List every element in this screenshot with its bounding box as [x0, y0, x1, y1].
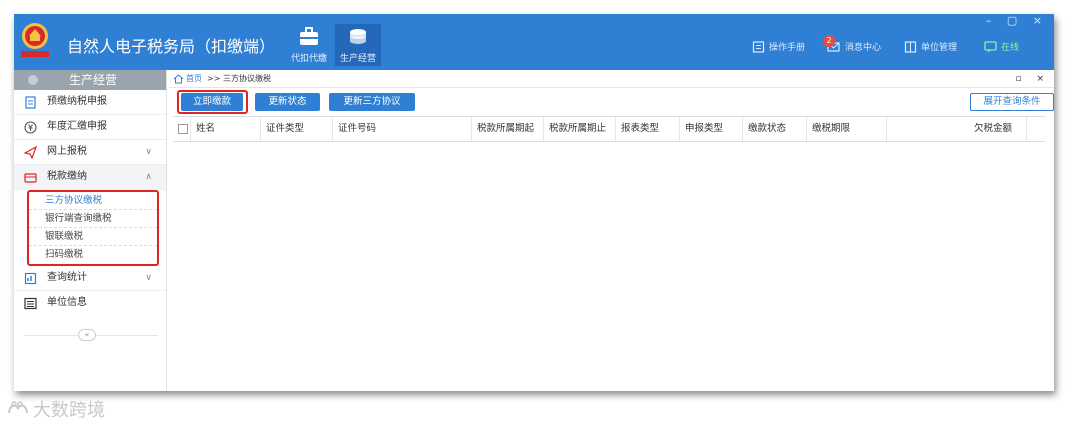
column-header[interactable]: 税款所属期止: [544, 117, 616, 141]
screenshot-stage: 自然人电子税务局（扣缴端） 代扣代缴 生产经营 操作手册 2 消息中心 单位管理…: [0, 0, 1080, 426]
sidebar-collapse-button[interactable]: «: [78, 329, 96, 341]
submenu-item-qr-payment[interactable]: 扫码缴税: [29, 246, 157, 264]
sidebar-item-label: 预缴纳税申报: [47, 96, 107, 107]
sidebar-header-label: 生产经营: [69, 73, 118, 87]
sidebar-header: 生产经营: [14, 70, 166, 90]
briefcase-icon: [300, 27, 318, 45]
column-header[interactable]: 缴税期限: [807, 117, 887, 141]
nav-production[interactable]: 生产经营: [335, 24, 381, 66]
window-controls[interactable]: – ▢ ×: [986, 14, 1048, 27]
tax-payment-submenu: 三方协议缴税 银行端查询缴税 银联缴税 扫码缴税: [27, 190, 159, 266]
title-bar: 自然人电子税务局（扣缴端） 代扣代缴 生产经营 操作手册 2 消息中心 单位管理…: [14, 14, 1054, 70]
payment-icon: [24, 173, 37, 183]
chevron-down-icon: ∨: [145, 273, 152, 283]
sidebar-item-label: 税款缴纳: [47, 171, 87, 182]
chevron-down-icon: ∨: [145, 147, 152, 157]
column-header[interactable]: 证件类型: [261, 117, 333, 141]
table-header: 姓名 证件类型 证件号码 税款所属期起 税款所属期止 报表类型 申报类型 缴款状…: [173, 116, 1045, 142]
sidebar: 生产经营 预缴纳税申报 年度汇缴申报 网上报税 ∨ 税款缴纳 ∧ 三方协议缴税 …: [14, 70, 167, 391]
message-count-badge: 2: [823, 34, 835, 47]
coins-icon: [350, 29, 366, 44]
building-icon: [904, 40, 917, 53]
column-header[interactable]: 报表类型: [616, 117, 680, 141]
sidebar-item-online-filing[interactable]: 网上报税 ∨: [14, 140, 166, 165]
nav-production-label: 生产经营: [339, 54, 376, 64]
list-icon: [24, 297, 37, 310]
update-status-button[interactable]: 更新状态: [255, 93, 320, 111]
sidebar-item-label: 查询统计: [47, 272, 87, 283]
column-header[interactable]: 缴款状态: [743, 117, 807, 141]
main-content: 首页 >> 三方协议缴税 ▫ × 立即缴款 更新状态 更新三方协议 展开查询条件…: [169, 70, 1054, 391]
pay-now-button[interactable]: 立即缴款: [181, 93, 243, 111]
unit-management-link[interactable]: 单位管理: [904, 40, 957, 53]
chart-icon: [24, 272, 37, 285]
watermark-logo-icon: [8, 401, 28, 414]
sidebar-item-query-stats[interactable]: 查询统计 ∨: [14, 266, 166, 291]
toolbar: 立即缴款 更新状态 更新三方协议 展开查询条件: [169, 88, 1054, 114]
column-header[interactable]: 欠税金额: [887, 117, 1027, 141]
sidebar-item-annual-settlement[interactable]: 年度汇缴申报: [14, 115, 166, 140]
expand-query-button[interactable]: 展开查询条件: [970, 93, 1054, 111]
yen-circle-icon: [24, 121, 37, 134]
nav-withholding[interactable]: 代扣代缴: [286, 24, 332, 66]
send-icon: [24, 146, 37, 159]
column-header[interactable]: 证件号码: [333, 117, 472, 141]
chat-icon: [984, 40, 997, 52]
online-status[interactable]: 在线: [984, 40, 1019, 53]
sidebar-item-tax-payment[interactable]: 税款缴纳 ∧: [14, 165, 166, 190]
update-agreement-button[interactable]: 更新三方协议: [329, 93, 415, 111]
select-all-checkbox[interactable]: [173, 117, 191, 141]
manual-link[interactable]: 操作手册: [752, 40, 805, 53]
breadcrumb-separator: >>: [207, 74, 221, 83]
submenu-item-unionpay-payment[interactable]: 银联缴税: [29, 228, 157, 246]
manual-icon: [752, 40, 765, 53]
app-title: 自然人电子税务局（扣缴端）: [67, 37, 276, 56]
sidebar-item-label: 单位信息: [47, 297, 87, 308]
online-label: 在线: [1001, 43, 1020, 53]
messages-link[interactable]: 2 消息中心: [823, 34, 882, 53]
breadcrumb-current: 三方协议缴税: [223, 74, 271, 83]
unit-management-label: 单位管理: [921, 43, 958, 53]
messages-label: 消息中心: [845, 43, 882, 53]
watermark: 大数跨境: [6, 396, 105, 422]
payment-table: 姓名 证件类型 证件号码 税款所属期起 税款所属期止 报表类型 申报类型 缴款状…: [173, 116, 1045, 142]
sidebar-item-unit-info[interactable]: 单位信息: [14, 291, 166, 316]
national-emblem-icon: [21, 23, 49, 57]
submenu-item-bank-query-payment[interactable]: 银行端查询缴税: [29, 210, 157, 228]
chevron-up-icon: ∧: [145, 172, 152, 182]
app-window: 自然人电子税务局（扣缴端） 代扣代缴 生产经营 操作手册 2 消息中心 单位管理…: [14, 14, 1054, 391]
sidebar-item-label: 网上报税: [47, 146, 87, 157]
breadcrumb: 首页 >> 三方协议缴税 ▫ ×: [169, 70, 1054, 88]
sidebar-item-label: 年度汇缴申报: [47, 121, 107, 132]
column-header[interactable]: 姓名: [191, 117, 261, 141]
tab-controls[interactable]: ▫ ×: [1015, 70, 1050, 88]
document-icon: [25, 96, 36, 109]
manual-label: 操作手册: [769, 43, 806, 53]
column-header[interactable]: 申报类型: [680, 117, 743, 141]
column-header-spacer: [1027, 117, 1045, 141]
module-icon: [28, 75, 38, 85]
watermark-text: 大数跨境: [33, 400, 105, 421]
column-header[interactable]: 税款所属期起: [472, 117, 544, 141]
nav-withholding-label: 代扣代缴: [290, 54, 327, 64]
submenu-item-tripartite-payment[interactable]: 三方协议缴税: [29, 192, 157, 210]
breadcrumb-home[interactable]: 首页: [186, 70, 202, 88]
sidebar-item-prepay-declaration[interactable]: 预缴纳税申报: [14, 90, 166, 115]
home-icon[interactable]: [173, 74, 184, 84]
